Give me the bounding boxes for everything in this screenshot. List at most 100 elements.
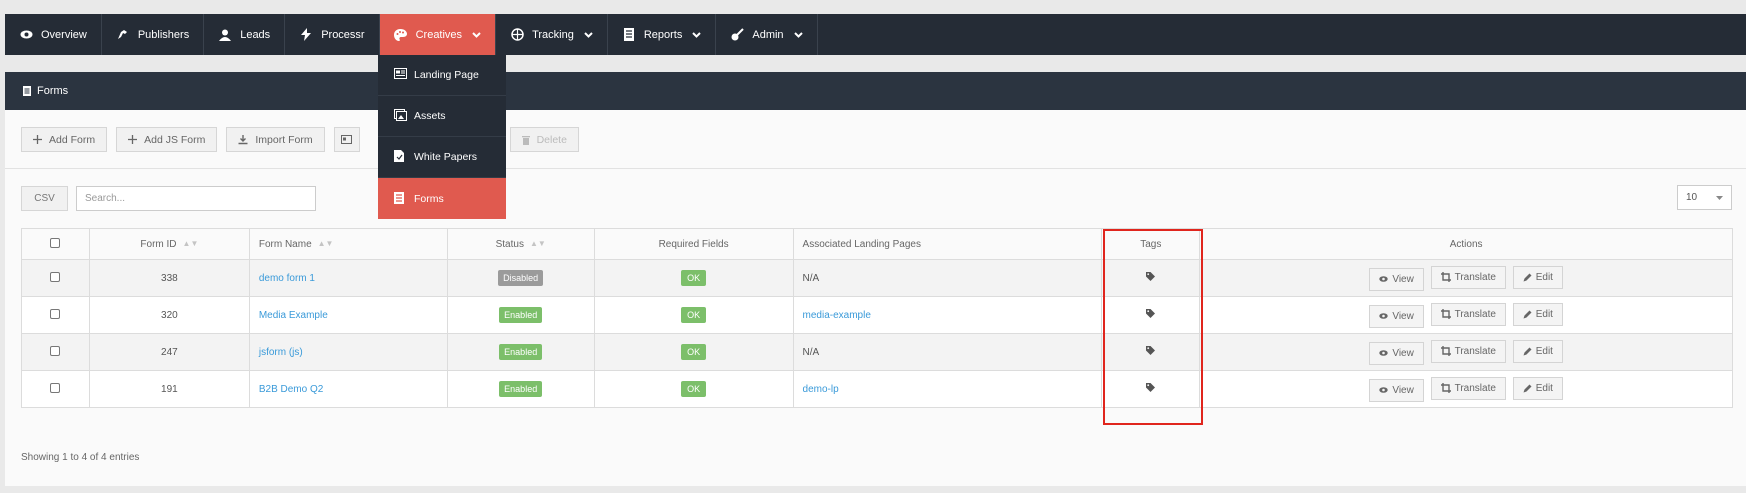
column-header-form-id[interactable]: Form ID ▲▼	[88, 228, 250, 260]
menu-item-label: Forms	[414, 192, 444, 205]
form-id-cell: 320	[88, 296, 250, 334]
button-label: Edit	[1535, 309, 1553, 320]
search-input[interactable]	[76, 186, 316, 211]
trash-icon	[521, 135, 530, 145]
nav-item-publishers[interactable]: Publishers	[102, 14, 205, 55]
button-label: View	[1392, 384, 1414, 396]
button-label: Delete	[536, 133, 567, 146]
add-js-form-button[interactable]: Add JS Form	[116, 127, 218, 152]
landing-page-icon	[394, 68, 408, 82]
row-checkbox[interactable]	[50, 345, 61, 356]
nav-item-overview[interactable]: Overview	[5, 14, 102, 55]
landing-page-link[interactable]: media-example	[803, 310, 871, 321]
header-label: Required Fields	[658, 238, 729, 250]
translate-icon	[1440, 272, 1451, 282]
button-label: View	[1392, 347, 1414, 359]
required-fields-badge: OK	[681, 307, 707, 323]
menu-item-white-papers[interactable]: White Papers	[378, 137, 506, 178]
select-all-header[interactable]	[21, 228, 90, 260]
tag-icon[interactable]	[1146, 383, 1156, 395]
table-header-row: Form ID ▲▼ Form Name ▲▼ Status ▲▼ Required …	[21, 228, 1733, 260]
tag-icon[interactable]	[1146, 309, 1156, 321]
form-name-link[interactable]: Media Example	[259, 310, 328, 321]
form-name-link[interactable]: jsform (js)	[259, 347, 303, 358]
translate-icon	[1440, 383, 1451, 393]
translate-button[interactable]: Translate	[1430, 265, 1506, 289]
table-row: 247 jsform (js) Enabled OK N/A View Tran…	[21, 333, 1733, 371]
csv-export-button[interactable]: CSV	[21, 186, 68, 211]
button-label: View	[1392, 273, 1414, 285]
column-header-landing-pages: Associated Landing Pages	[792, 228, 1103, 260]
table-row: 338 demo form 1 Disabled OK N/A View Tra…	[21, 259, 1733, 297]
edit-button[interactable]: Edit	[1512, 303, 1563, 326]
row-checkbox[interactable]	[50, 308, 61, 319]
row-checkbox[interactable]	[50, 382, 61, 393]
translate-button[interactable]: Translate	[1430, 302, 1506, 326]
form-id-cell: 338	[88, 259, 250, 297]
tag-icon[interactable]	[1146, 272, 1156, 284]
user-icon	[218, 28, 232, 42]
translate-button[interactable]: Translate	[1430, 339, 1506, 363]
translate-icon	[1440, 309, 1451, 319]
nav-label: Publishers	[137, 28, 190, 41]
select-all-checkbox[interactable]	[50, 237, 61, 248]
menu-item-landing-page[interactable]: Landing Page	[378, 55, 506, 96]
page-size-select[interactable]: 10	[1677, 185, 1732, 210]
top-navigation: Overview Publishers Leads Processr Creat…	[5, 14, 1746, 55]
status-badge: Enabled	[499, 307, 543, 323]
menu-item-label: White Papers	[414, 151, 478, 163]
nav-item-tracking[interactable]: Tracking	[496, 14, 608, 55]
button-label: Translate	[1454, 308, 1496, 320]
nav-item-admin[interactable]: Admin	[716, 14, 818, 55]
menu-item-forms[interactable]: Forms	[378, 178, 506, 219]
view-button[interactable]: View	[1369, 267, 1424, 291]
import-form-button[interactable]: Import Form	[226, 127, 325, 152]
nav-item-creatives[interactable]: Creatives	[379, 14, 497, 55]
column-header-form-name[interactable]: Form Name ▲▼	[248, 228, 448, 260]
menu-item-assets[interactable]: Assets	[378, 96, 506, 137]
landing-page-cell: N/A	[792, 333, 1103, 371]
button-label: View	[1392, 310, 1414, 322]
chevron-down-icon	[472, 31, 481, 38]
panel-title: Forms	[37, 85, 69, 97]
download-icon	[238, 134, 248, 145]
view-button[interactable]: View	[1369, 341, 1424, 365]
caret-down-icon	[1716, 192, 1723, 203]
translate-button[interactable]: Translate	[1430, 376, 1506, 400]
sort-icon: ▲▼	[182, 239, 199, 249]
partially-hidden-button[interactable]	[333, 127, 360, 152]
globe-icon	[510, 28, 524, 42]
edit-button[interactable]: Edit	[1512, 340, 1563, 363]
edit-button[interactable]: Edit	[1512, 266, 1563, 289]
column-header-tags: Tags	[1101, 228, 1201, 260]
file-icon	[394, 150, 408, 164]
column-header-status[interactable]: Status ▲▼	[446, 228, 595, 260]
bolt-icon	[299, 28, 313, 42]
nav-label: Creatives	[415, 28, 463, 41]
palette-icon	[394, 28, 408, 42]
form-name-link[interactable]: B2B Demo Q2	[259, 384, 323, 395]
row-checkbox[interactable]	[50, 271, 61, 282]
button-label: Translate	[1454, 271, 1496, 283]
required-fields-badge: OK	[681, 344, 707, 360]
nav-item-leads[interactable]: Leads	[204, 14, 286, 55]
nav-item-processr[interactable]: Processr	[285, 14, 380, 55]
delete-button[interactable]: Delete	[509, 127, 579, 152]
plus-icon	[33, 135, 42, 144]
form-name-link[interactable]: demo form 1	[259, 273, 315, 284]
eye-icon	[1379, 276, 1389, 282]
view-button[interactable]: View	[1369, 304, 1424, 328]
button-label: Import Form	[255, 133, 313, 146]
pencil-icon	[1523, 347, 1532, 356]
menu-item-label: Assets	[414, 110, 446, 122]
report-icon	[622, 28, 636, 42]
landing-page-link[interactable]: demo-lp	[803, 384, 839, 395]
view-button[interactable]: View	[1369, 378, 1424, 402]
edit-button[interactable]: Edit	[1512, 377, 1563, 400]
tag-icon[interactable]	[1146, 346, 1156, 358]
add-form-button[interactable]: Add Form	[21, 127, 108, 152]
page-size-value: 10	[1686, 192, 1698, 203]
nav-item-reports[interactable]: Reports	[608, 14, 717, 55]
pencil-icon	[1523, 384, 1532, 393]
status-badge: Enabled	[499, 381, 543, 397]
